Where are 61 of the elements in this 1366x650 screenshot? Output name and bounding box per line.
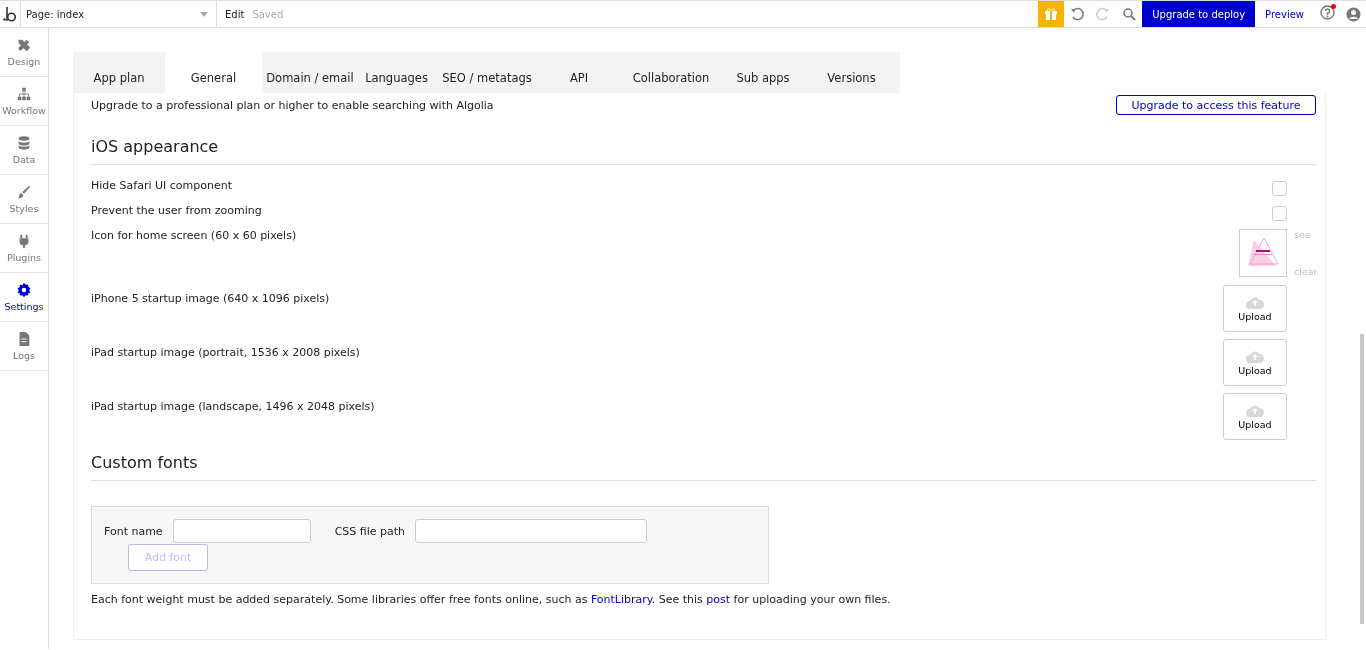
page-selector[interactable]: Page: index [21, 1, 217, 27]
upgrade-feature-button[interactable]: Upgrade to access this feature [1116, 95, 1316, 115]
field-label: CSS file path [334, 524, 406, 538]
gift-icon [1044, 7, 1059, 21]
setting-label: Hide Safari UI component [91, 179, 232, 192]
cloud-upload-icon [1246, 349, 1264, 363]
save-status: Saved [251, 7, 285, 22]
help-text: Each font weight must be added separately. Some libraries offer free fonts online, such as FontLibrary. See this post for uploading your own files. [91, 593, 892, 606]
scrollbar[interactable] [1360, 334, 1364, 624]
help-icon [1319, 5, 1335, 20]
settings-tab[interactable]: SEO / metatags [435, 52, 539, 93]
settings-tab[interactable]: Domain / email [262, 52, 358, 93]
settings-tab[interactable]: API [539, 52, 619, 93]
upload-button[interactable]: Upload [1223, 393, 1287, 440]
section-title: Custom fonts [91, 441, 1316, 481]
settings-tab[interactable]: Sub apps [723, 52, 803, 93]
settings-tab[interactable]: General [165, 52, 262, 93]
checkbox[interactable] [1272, 181, 1287, 196]
app-icon-thumbnail[interactable] [1239, 229, 1287, 277]
caret-icon [200, 11, 208, 17]
setting-label: Icon for home screen (60 x 60 pixels) [91, 229, 297, 242]
text-field[interactable] [172, 519, 311, 543]
help-link[interactable]: post [706, 593, 731, 606]
user-icon [1345, 6, 1361, 22]
upgrade-notice: Upgrade to a professional plan or higher to enable searching with Algolia [91, 98, 494, 112]
upload-button[interactable]: Upload [1223, 285, 1287, 332]
undo-icon [1070, 7, 1085, 21]
brush-icon [16, 184, 32, 200]
settings-tab[interactable]: Collaboration [619, 52, 723, 93]
settings-tab[interactable]: Versions [803, 52, 900, 93]
search-icon [1122, 7, 1137, 21]
gift-button[interactable] [1038, 1, 1065, 27]
upgrade-button[interactable]: Upgrade to deploy [1142, 1, 1256, 27]
setting-label: iPad startup image (portrait, 1536 x 2008 pixels) [91, 346, 360, 359]
cloud-upload-icon [1246, 295, 1264, 309]
sidebar-item[interactable]: Plugins [0, 224, 48, 273]
sidebar-item[interactable]: Design [0, 28, 48, 77]
gear-icon [16, 282, 32, 298]
checkbox[interactable] [1272, 206, 1287, 221]
database-icon [16, 135, 32, 151]
logo-icon[interactable] [3, 6, 17, 22]
sidebar-item[interactable]: Styles [0, 175, 48, 224]
text-field[interactable] [415, 519, 648, 543]
preview-link[interactable]: Preview [1255, 1, 1314, 27]
setting-label: iPad startup image (landscape, 1496 x 2048 pixels) [91, 400, 375, 413]
help-link[interactable]: FontLibrary [590, 593, 652, 606]
field-label: Font name [104, 524, 163, 538]
settings-tab[interactable]: Languages [358, 52, 435, 93]
sidebar-item[interactable]: Logs [0, 322, 48, 371]
sitemap-icon [16, 86, 32, 102]
cloud-upload-icon [1246, 403, 1264, 417]
settings-tab[interactable]: App plan [73, 52, 165, 93]
setting-label: iPhone 5 startup image (640 x 1096 pixels) [91, 292, 330, 305]
section-title: iOS appearance [91, 117, 1316, 165]
sidebar-item[interactable]: Workflow [0, 77, 48, 126]
setting-label: Prevent the user from zooming [91, 204, 262, 217]
edit-menu[interactable]: Edit [217, 1, 249, 27]
sidebar-item[interactable]: Settings [0, 273, 48, 322]
sidebar-item[interactable]: Data [0, 126, 48, 175]
redo-icon [1096, 7, 1111, 21]
upload-button[interactable]: Upload [1223, 339, 1287, 386]
